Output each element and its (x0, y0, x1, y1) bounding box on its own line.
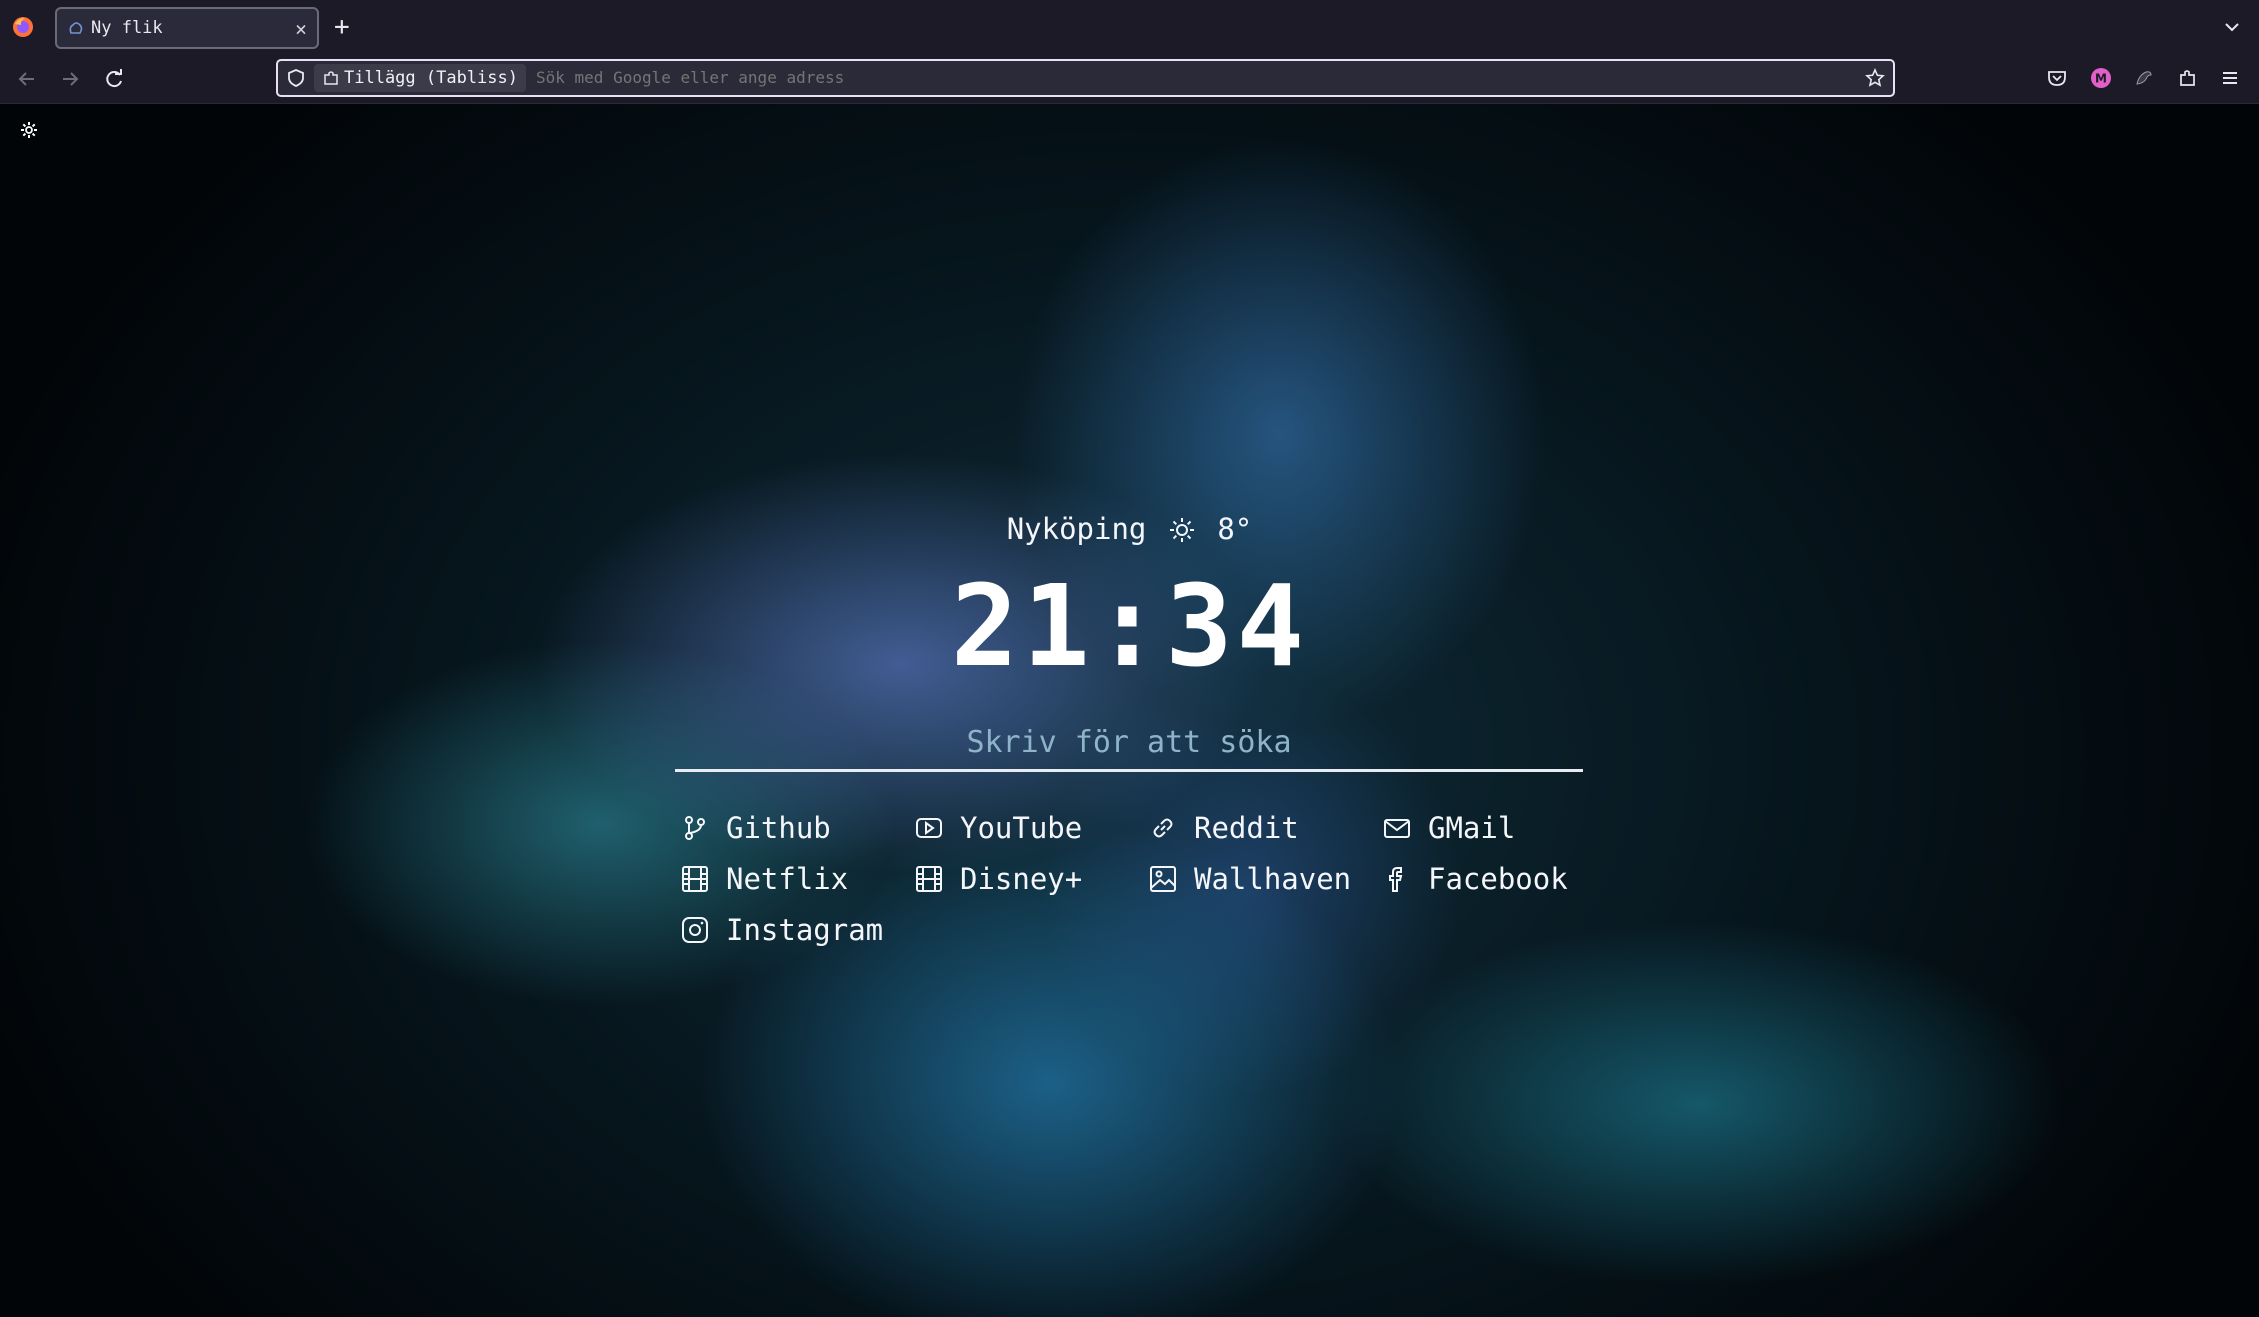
shield-icon[interactable] (286, 68, 306, 88)
new-tab-page: Nyköping 8° 21:34 Github YouTube Reddit … (0, 104, 2259, 1317)
github-branch-icon (685, 816, 705, 840)
address-input[interactable] (536, 61, 1636, 95)
link-disney[interactable]: Disney+ (914, 857, 1082, 901)
tab-strip: Ny flik × + (0, 0, 2259, 56)
gear-icon[interactable] (19, 120, 39, 140)
back-arrow-icon[interactable] (14, 66, 40, 92)
link-reddit[interactable]: Reddit (1148, 806, 1299, 850)
firefox-logo-icon[interactable] (12, 16, 34, 38)
weather-temperature: 8° (1217, 512, 1253, 546)
puzzle-piece-icon (324, 71, 338, 85)
link-instagram[interactable]: Instagram (680, 908, 883, 952)
sun-icon (1169, 518, 1194, 542)
link-label: Netflix (726, 862, 849, 896)
tab-new-tab[interactable]: Ny flik × (55, 7, 319, 49)
weather-widget: Nyköping 8° (0, 512, 2259, 546)
star-icon[interactable] (1865, 68, 1885, 88)
film-icon (682, 866, 708, 892)
forward-arrow-icon[interactable] (57, 66, 83, 92)
link-wallhaven[interactable]: Wallhaven (1148, 857, 1351, 901)
extension-chip-label: Tillägg (Tabliss) (344, 68, 518, 88)
link-label: GMail (1428, 811, 1516, 845)
facebook-icon (1389, 867, 1403, 892)
film-icon (916, 866, 942, 892)
link-label: Wallhaven (1194, 862, 1352, 896)
link-gmail[interactable]: GMail (1382, 806, 1515, 850)
extension-identity-chip[interactable]: Tillägg (Tabliss) (314, 64, 526, 92)
url-bar[interactable]: Tillägg (Tabliss) (276, 59, 1895, 97)
link-label: YouTube (960, 811, 1083, 845)
tab-favicon-icon (69, 22, 83, 34)
weather-city: Nyköping (1006, 512, 1147, 546)
close-tab-icon[interactable]: × (295, 17, 307, 41)
link-label: Facebook (1428, 862, 1568, 896)
chevron-down-icon[interactable] (2221, 16, 2243, 38)
link-label: Instagram (726, 913, 884, 947)
instagram-icon (682, 917, 708, 943)
bird-icon[interactable] (2133, 67, 2155, 89)
link-github[interactable]: Github (680, 806, 831, 850)
link-facebook[interactable]: Facebook (1382, 857, 1568, 901)
link-youtube[interactable]: YouTube (914, 806, 1082, 850)
search-input[interactable] (675, 716, 1583, 772)
clock: 21:34 (950, 562, 1309, 692)
reload-icon[interactable] (101, 66, 127, 92)
link-icon (1153, 818, 1173, 838)
new-tab-button[interactable]: + (334, 12, 350, 42)
hamburger-menu-icon[interactable] (2219, 67, 2241, 89)
mail-icon (1384, 819, 1410, 838)
puzzle-icon[interactable] (2177, 67, 2199, 89)
account-icon[interactable]: M (2090, 67, 2112, 89)
link-label: Disney+ (960, 862, 1083, 896)
link-netflix[interactable]: Netflix (680, 857, 848, 901)
link-label: Reddit (1194, 811, 1299, 845)
pocket-icon[interactable] (2046, 67, 2068, 89)
image-icon (1150, 866, 1176, 892)
tab-title: Ny flik (91, 18, 163, 38)
svg-text:M: M (2095, 72, 2107, 86)
youtube-icon (916, 818, 942, 838)
link-label: Github (726, 811, 831, 845)
